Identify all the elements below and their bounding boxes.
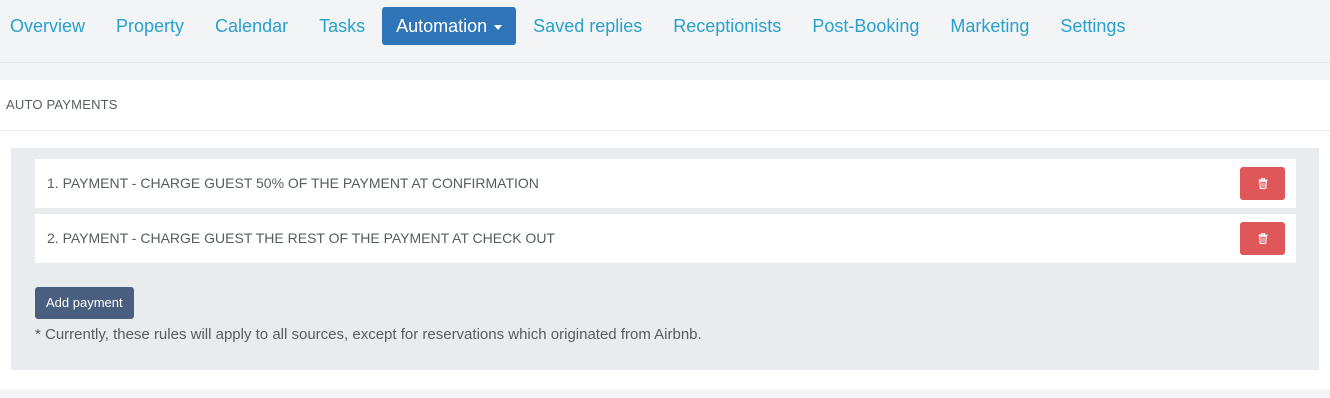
nav-item-receptionists[interactable]: Receptionists [659,7,795,45]
nav-item-label: Settings [1060,16,1126,36]
delete-rule-button[interactable] [1240,167,1285,200]
nav-list: Overview Property Calendar Tasks Automat… [10,7,1142,45]
delete-rule-button[interactable] [1240,222,1285,255]
trash-icon [1258,178,1267,189]
top-navigation: Overview Property Calendar Tasks Automat… [0,0,1330,63]
nav-item-settings[interactable]: Settings [1046,7,1139,45]
nav-item-label: Property [116,16,185,36]
nav-item-label: Post-Booking [812,16,920,36]
panel-title: AUTO PAYMENTS [0,80,1330,131]
payment-rule-row: 1. PAYMENT - CHARGE GUEST 50% OF THE PAY… [35,159,1296,208]
nav-item-label: Calendar [215,16,289,36]
auto-payments-panel: AUTO PAYMENTS 1. PAYMENT - CHARGE GUEST … [0,80,1330,390]
payment-rule-text: 2. PAYMENT - CHARGE GUEST THE REST OF TH… [47,230,555,246]
nav-item-marketing[interactable]: Marketing [936,7,1043,45]
nav-item-tasks[interactable]: Tasks [305,7,379,45]
nav-item-label: Tasks [319,16,366,36]
nav-item-label: Marketing [950,16,1030,36]
payment-rule-text: 1. PAYMENT - CHARGE GUEST 50% OF THE PAY… [47,175,539,191]
nav-item-label: Receptionists [673,16,782,36]
payment-rule-row: 2. PAYMENT - CHARGE GUEST THE REST OF TH… [35,214,1296,263]
payment-rules-container: 1. PAYMENT - CHARGE GUEST 50% OF THE PAY… [11,148,1319,370]
nav-item-overview[interactable]: Overview [10,7,99,45]
nav-item-post-booking[interactable]: Post-Booking [798,7,933,45]
nav-item-property[interactable]: Property [102,7,198,45]
rules-note: * Currently, these rules will apply to a… [35,326,702,343]
nav-item-automation[interactable]: Automation [382,7,517,45]
trash-icon [1258,233,1267,244]
nav-item-saved-replies[interactable]: Saved replies [519,7,656,45]
nav-item-label: Saved replies [533,16,643,36]
add-payment-button[interactable]: Add payment [35,287,134,319]
nav-item-calendar[interactable]: Calendar [201,7,302,45]
nav-item-label: Overview [10,16,86,36]
caret-down-icon [494,24,503,30]
nav-item-label: Automation [396,16,488,36]
